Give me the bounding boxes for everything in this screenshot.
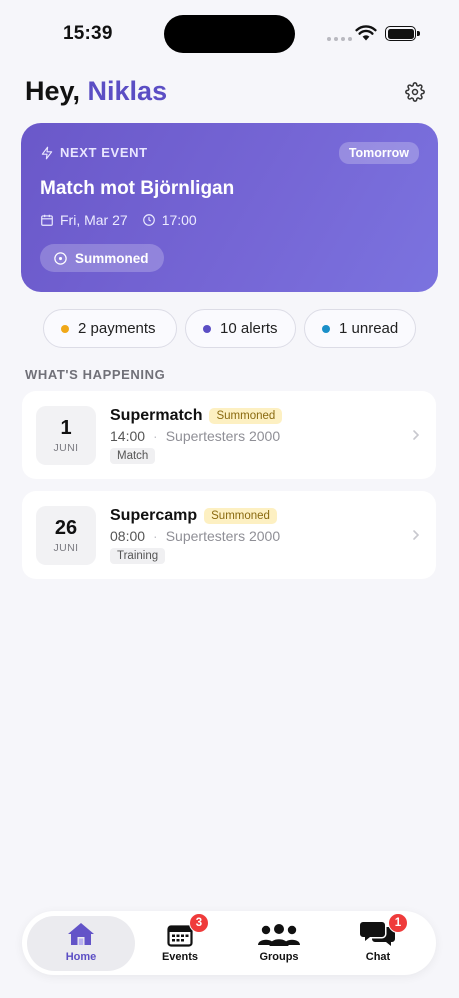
event-when-badge: Tomorrow <box>338 142 419 164</box>
event-row-group: Supertesters 2000 <box>165 428 281 444</box>
separator-dot: · <box>153 428 158 444</box>
next-event-label-text: NEXT EVENT <box>60 145 148 160</box>
event-row-title: Supercamp Summoned <box>110 507 277 525</box>
home-icon <box>66 919 96 947</box>
event-month: JUNI <box>53 542 79 554</box>
alerts-pill-label: 10 alerts <box>220 320 278 337</box>
summoned-status-text: Summoned <box>75 250 149 266</box>
clock-icon <box>142 214 155 226</box>
event-status-badge: Summoned <box>209 408 283 424</box>
event-time-text: 17:00 <box>161 212 197 228</box>
next-event-label: NEXT EVENT <box>40 145 148 160</box>
event-row-time: 14:00 <box>110 428 146 444</box>
event-type-tag: Training <box>110 548 166 564</box>
tab-home-label: Home <box>65 951 97 963</box>
event-date-box: 26 JUNI <box>36 506 96 565</box>
tab-groups-label: Groups <box>259 951 299 963</box>
event-row-info: 14:00 · Supertesters 2000 <box>110 428 280 444</box>
unread-pill-label: 1 unread <box>339 320 399 337</box>
event-month: JUNI <box>53 442 79 454</box>
gear-icon <box>405 82 425 102</box>
status-time: 15:39 <box>63 23 113 44</box>
event-date-box: 1 JUNI <box>36 406 96 465</box>
event-time: 17:00 <box>142 212 197 228</box>
tab-events-label: Events <box>161 951 199 963</box>
summoned-status-chip[interactable]: Summoned <box>40 244 164 272</box>
chat-icon: 1 <box>360 913 408 947</box>
tab-groups[interactable]: Groups <box>234 919 324 969</box>
event-day: 1 <box>60 417 72 439</box>
cellular-signal-icon <box>327 37 352 41</box>
dynamic-island <box>164 15 295 53</box>
events-badge: 3 <box>189 913 209 933</box>
tab-events[interactable]: 3 Events <box>135 913 225 969</box>
greeting-title: Hey, Niklas <box>25 76 167 107</box>
payments-dot-icon <box>61 324 69 333</box>
event-type-tag: Match <box>110 448 156 464</box>
target-icon <box>54 251 67 265</box>
alerts-dot-icon <box>203 324 211 333</box>
payments-pill[interactable]: 2 payments <box>43 309 177 348</box>
unread-dot-icon <box>322 324 330 333</box>
calendar-icon: 3 <box>167 913 209 947</box>
calendar-icon <box>41 214 53 226</box>
event-row-group: Supertesters 2000 <box>165 528 281 544</box>
next-event-meta: Fri, Mar 27 17:00 <box>40 212 211 228</box>
groups-icon <box>256 919 302 947</box>
event-row-info: 08:00 · Supertesters 2000 <box>110 528 280 544</box>
tab-bar: Home 3 Events Groups 1 Chat <box>22 911 436 975</box>
alerts-pill[interactable]: 10 alerts <box>185 309 296 348</box>
event-list-item[interactable]: 1 JUNI Supermatch Summoned 14:00 · Super… <box>22 391 436 479</box>
battery-icon <box>385 26 420 41</box>
status-bar: 15:39 <box>0 0 459 70</box>
chevron-right-icon <box>413 530 420 540</box>
home-screen: 15:39 Hey, Niklas NEXT EVENT Tomorrow Ma… <box>0 0 459 998</box>
settings-button[interactable] <box>397 74 433 110</box>
user-name: Niklas <box>87 76 168 106</box>
event-name: Supercamp <box>110 507 198 524</box>
separator-dot: · <box>153 528 158 544</box>
event-date-text: Fri, Mar 27 <box>60 212 128 228</box>
section-title: WHAT'S HAPPENING <box>25 367 166 382</box>
event-status-badge: Summoned <box>204 508 277 524</box>
chevron-right-icon <box>413 430 420 440</box>
event-date: Fri, Mar 27 <box>40 212 128 228</box>
wifi-icon <box>355 25 377 41</box>
lightning-icon <box>41 146 53 159</box>
chat-badge: 1 <box>388 913 408 933</box>
tab-home[interactable]: Home <box>36 919 126 969</box>
event-day: 26 <box>54 517 78 539</box>
unread-pill[interactable]: 1 unread <box>304 309 416 348</box>
tab-chat-label: Chat <box>365 951 391 963</box>
event-row-time: 08:00 <box>110 528 146 544</box>
next-event-card[interactable]: NEXT EVENT Tomorrow Match mot Björnligan… <box>21 123 438 292</box>
greeting-text: Hey, <box>25 76 88 106</box>
event-list-item[interactable]: 26 JUNI Supercamp Summoned 08:00 · Super… <box>22 491 436 579</box>
event-row-title: Supermatch Summoned <box>110 407 283 425</box>
event-name: Supermatch <box>110 407 203 424</box>
tab-chat[interactable]: 1 Chat <box>333 913 423 969</box>
next-event-title: Match mot Björnligan <box>40 178 235 199</box>
payments-pill-label: 2 payments <box>78 320 156 337</box>
